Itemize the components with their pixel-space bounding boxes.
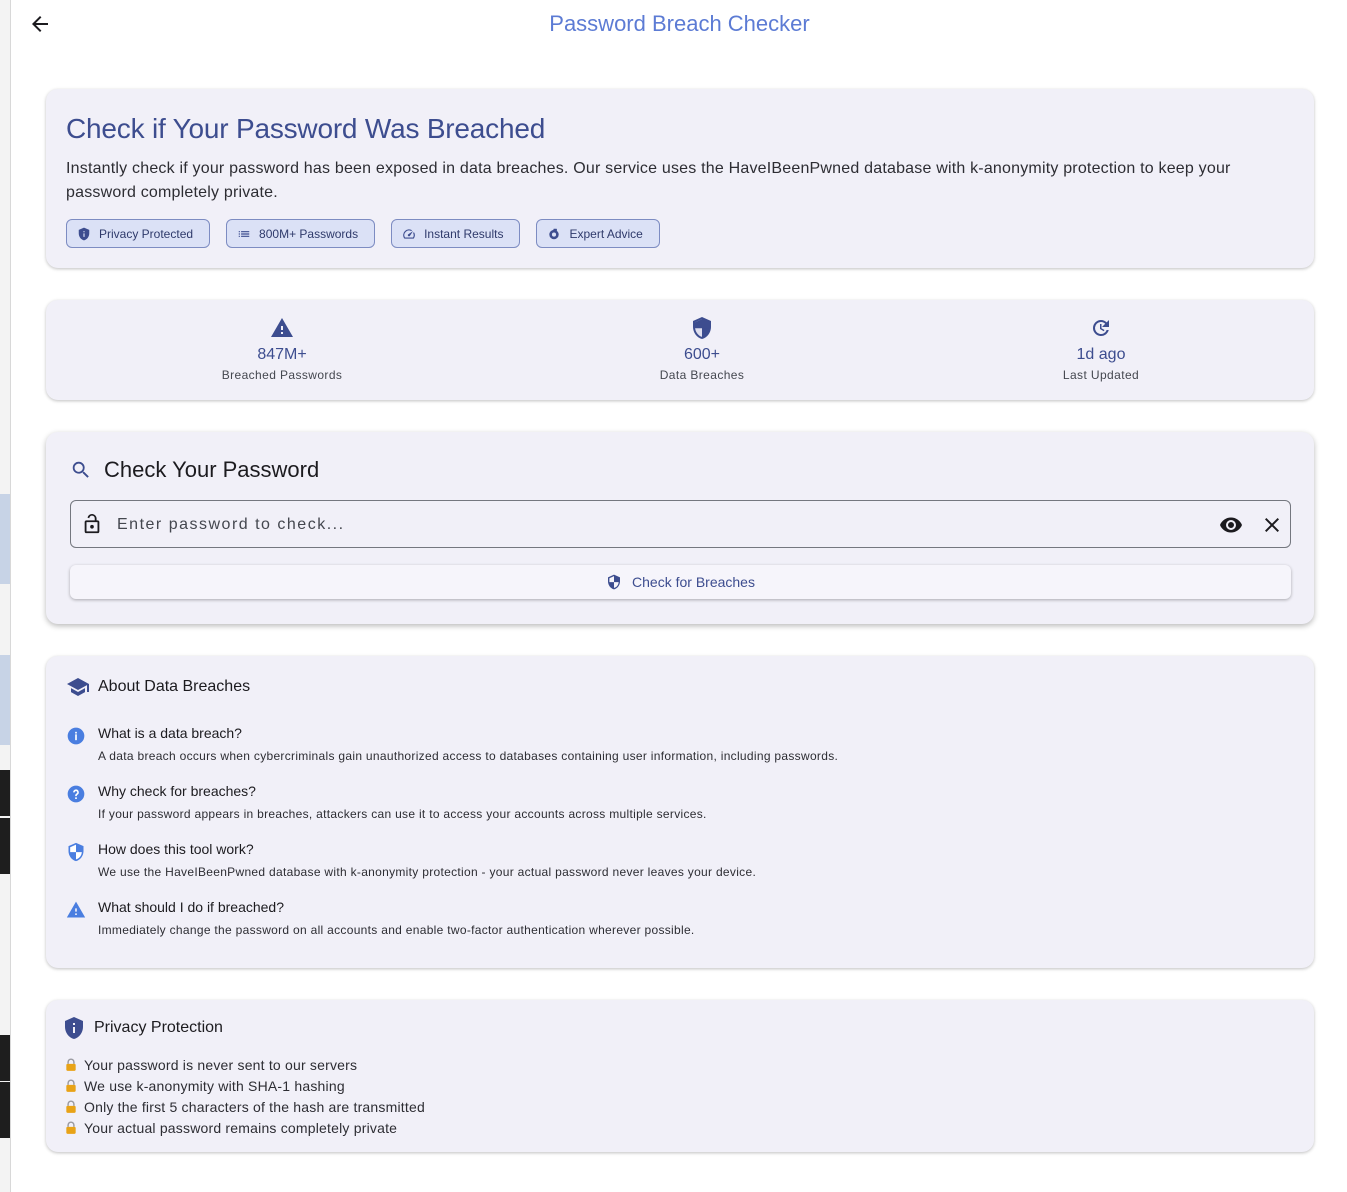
about-title: About Data Breaches: [98, 678, 251, 695]
speed-icon: [403, 228, 415, 239]
app-bar: Password Breach Checker: [10, 0, 1347, 52]
stats-card: 847M+ Breached Passwords 600+ Data Breac…: [46, 300, 1314, 400]
about-breaches-card: About Data Breaches What is a data breac…: [46, 656, 1314, 968]
stat-value: 1d ago: [1076, 346, 1126, 363]
feature-chips: Privacy Protected 800M+ Passwords Instan…: [66, 219, 1294, 248]
faq-question: Why check for breaches?: [98, 783, 256, 799]
faq-question: What is a data breach?: [98, 725, 242, 741]
privacy-title: Privacy Protection: [94, 1019, 223, 1036]
shield-icon: [68, 842, 84, 862]
search-icon: [72, 461, 89, 478]
visibility-icon[interactable]: [1219, 513, 1243, 537]
password-field[interactable]: [70, 500, 1291, 548]
stat-breached-passwords: 847M+ Breached Passwords: [182, 316, 382, 384]
privacy-item-text: Your password is never sent to our serve…: [84, 1056, 358, 1073]
stat-label: Breached Passwords: [221, 368, 343, 382]
chip-passwords-count[interactable]: 800M+ Passwords: [226, 219, 376, 248]
chip-label: Instant Results: [424, 226, 504, 241]
faq-answer: We use the HaveIBeenPwned database with …: [98, 865, 757, 879]
privacy-protection-card: Privacy Protection Your password is neve…: [46, 1000, 1314, 1152]
check-title: Check Your Password: [104, 457, 320, 482]
shield-info-icon: [65, 1017, 83, 1039]
stat-value: 847M+: [257, 346, 307, 363]
chip-privacy-protected[interactable]: Privacy Protected: [66, 219, 211, 248]
privacy-header: Privacy Protection: [62, 1016, 223, 1040]
hero-title: Check if Your Password Was Breached: [66, 113, 546, 144]
faq-answer: Immediately change the password on all a…: [98, 923, 695, 937]
lock-icon: [66, 1058, 76, 1071]
warning-icon: [66, 901, 86, 918]
check-breaches-button[interactable]: Check for Breaches: [70, 565, 1291, 599]
shield-icon: [78, 227, 90, 240]
refresh-icon: [1093, 320, 1109, 336]
list-item: Your actual password remains completely …: [64, 1117, 425, 1138]
lock-icon: [66, 1100, 76, 1113]
list-item: We use k-anonymity with SHA-1 hashing: [64, 1075, 425, 1096]
check-button-label: Check for Breaches: [632, 574, 755, 590]
faq-question: How does this tool work?: [98, 841, 254, 857]
chip-label: 800M+ Passwords: [259, 226, 359, 241]
stat-last-updated: 1d ago Last Updated: [1001, 316, 1201, 384]
stat-value: 600+: [683, 346, 721, 363]
faq-question: What should I do if breached?: [98, 899, 285, 915]
faq-answer: A data breach occurs when cybercriminals…: [98, 749, 839, 763]
about-header: About Data Breaches: [66, 675, 250, 699]
chip-expert-advice[interactable]: Expert Advice: [536, 219, 660, 248]
privacy-item-text: Your actual password remains completely …: [84, 1119, 398, 1136]
stat-data-breaches: 600+ Data Breaches: [602, 316, 802, 384]
password-input[interactable]: [115, 511, 1199, 539]
hero-description: Instantly check if your password has bee…: [66, 160, 1231, 201]
faq-answer: If your password appears in breaches, at…: [98, 807, 707, 821]
check-header: Check Your Password: [70, 457, 319, 483]
app-title: Password Breach Checker: [549, 11, 810, 36]
school-icon: [67, 678, 89, 696]
check-password-card: Check Your Password Check for Breaches: [46, 432, 1314, 624]
privacy-item-text: Only the first 5 characters of the hash …: [84, 1098, 425, 1115]
stat-label: Last Updated: [1062, 368, 1140, 382]
stat-label: Data Breaches: [659, 368, 745, 382]
lock-icon: [66, 1121, 76, 1134]
list-icon: [238, 230, 250, 237]
list-item: Only the first 5 characters of the hash …: [64, 1096, 425, 1117]
privacy-list: Your password is never sent to our serve…: [64, 1054, 425, 1138]
warning-icon: [271, 318, 293, 337]
chip-label: Expert Advice: [569, 226, 643, 241]
list-item: Your password is never sent to our serve…: [64, 1054, 425, 1075]
close-icon[interactable]: [1260, 513, 1284, 537]
help-icon: [67, 785, 85, 803]
lock-icon: [84, 514, 100, 534]
chip-instant-results[interactable]: Instant Results: [391, 219, 521, 248]
hero-card: Check if Your Password Was Breached Inst…: [46, 89, 1314, 268]
background-window-edge: [0, 0, 11, 1192]
chip-label: Privacy Protected: [99, 226, 194, 241]
lock-icon: [66, 1079, 76, 1092]
shield-icon: [693, 317, 711, 339]
info-icon: [67, 727, 85, 745]
advice-icon: [549, 228, 560, 239]
privacy-item-text: We use k-anonymity with SHA-1 hashing: [84, 1077, 345, 1094]
shield-icon: [608, 574, 621, 590]
